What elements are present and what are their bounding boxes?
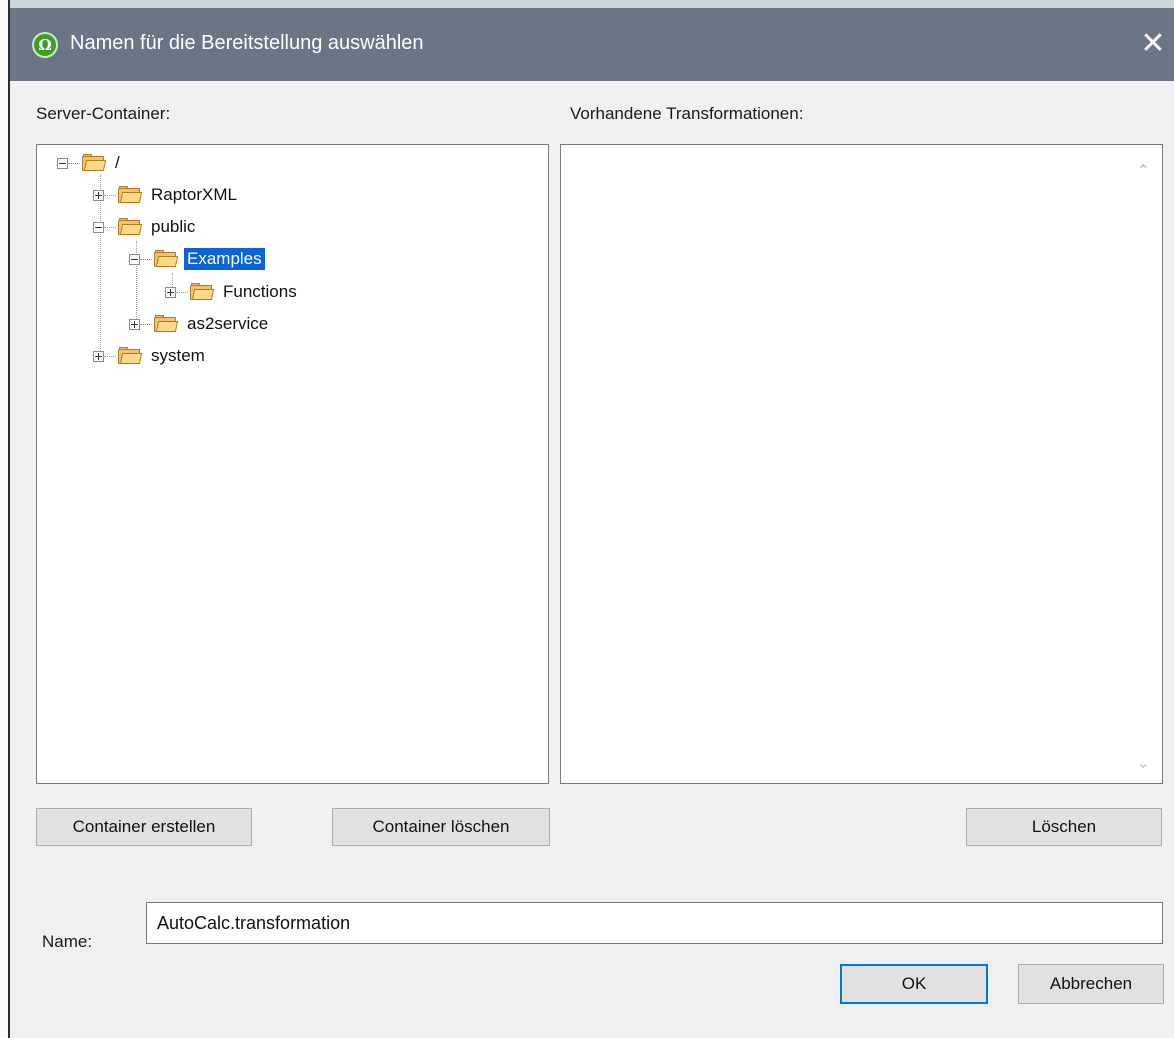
folder-icon: [82, 154, 107, 172]
tree-node-raptorxml[interactable]: RaptorXML: [93, 182, 240, 208]
server-container-tree[interactable]: / RaptorXML public Examples Functions as…: [36, 144, 549, 784]
expand-icon[interactable]: [93, 189, 104, 201]
tree-node-examples[interactable]: Examples: [129, 246, 265, 272]
delete-button[interactable]: Löschen: [966, 808, 1162, 846]
folder-icon: [118, 347, 143, 365]
tree-connector: [176, 291, 188, 293]
tree-connector: [104, 355, 116, 357]
folder-icon: [118, 186, 143, 204]
tree-node-label[interactable]: as2service: [184, 313, 271, 335]
name-field[interactable]: [146, 902, 1163, 944]
collapse-icon[interactable]: [93, 221, 104, 233]
title-bar[interactable]: Ω Namen für die Bereitstellung auswählen…: [10, 8, 1174, 81]
collapse-icon[interactable]: [57, 157, 68, 169]
altova-app-icon: Ω: [32, 32, 58, 58]
server-container-label: Server-Container:: [36, 104, 171, 123]
tree-node-system[interactable]: system: [93, 343, 208, 369]
tree-node-label[interactable]: public: [148, 216, 198, 238]
tree-node-label[interactable]: system: [148, 345, 208, 367]
collapse-icon[interactable]: [129, 253, 140, 265]
existing-transformations-list[interactable]: ⌃ ⌄: [560, 144, 1163, 784]
tree-connector: [104, 226, 116, 228]
scroll-up-icon[interactable]: ⌃: [1137, 161, 1150, 181]
create-container-button[interactable]: Container erstellen: [36, 808, 252, 846]
tree-node-label[interactable]: RaptorXML: [148, 184, 240, 206]
tree-connector: [104, 194, 116, 196]
expand-icon[interactable]: [129, 318, 140, 330]
expand-icon[interactable]: [93, 350, 104, 362]
folder-icon: [190, 283, 215, 301]
tree-node-label[interactable]: /: [112, 152, 123, 174]
ok-button[interactable]: OK: [840, 964, 988, 1004]
cancel-button[interactable]: Abbrechen: [1018, 964, 1164, 1004]
name-label: Name:: [42, 932, 93, 951]
tree-connector: [140, 258, 152, 260]
tree-node-label[interactable]: Functions: [220, 281, 300, 303]
tree-node-public[interactable]: public: [93, 214, 198, 240]
folder-icon: [154, 315, 179, 333]
tree-node-as2service[interactable]: as2service: [129, 311, 271, 337]
tree-node-root[interactable]: /: [57, 150, 123, 176]
background-window-edge: [0, 0, 1174, 8]
tree-node-label[interactable]: Examples: [184, 248, 265, 270]
expand-icon[interactable]: [165, 286, 176, 298]
tree-node-functions[interactable]: Functions: [165, 279, 300, 305]
select-deployment-name-dialog: Ω Namen für die Bereitstellung auswählen…: [10, 8, 1174, 1038]
folder-icon: [118, 218, 143, 236]
tree-connector: [68, 162, 80, 164]
delete-container-button[interactable]: Container löschen: [332, 808, 550, 846]
close-icon[interactable]: ✕: [1132, 24, 1174, 64]
existing-transformations-label: Vorhandene Transformationen:: [570, 104, 804, 123]
dialog-title: Namen für die Bereitstellung auswählen: [70, 32, 424, 54]
background-window-edge-left: [0, 0, 10, 1038]
folder-icon: [154, 250, 179, 268]
scroll-down-icon[interactable]: ⌄: [1137, 753, 1150, 773]
tree-connector: [140, 323, 152, 325]
